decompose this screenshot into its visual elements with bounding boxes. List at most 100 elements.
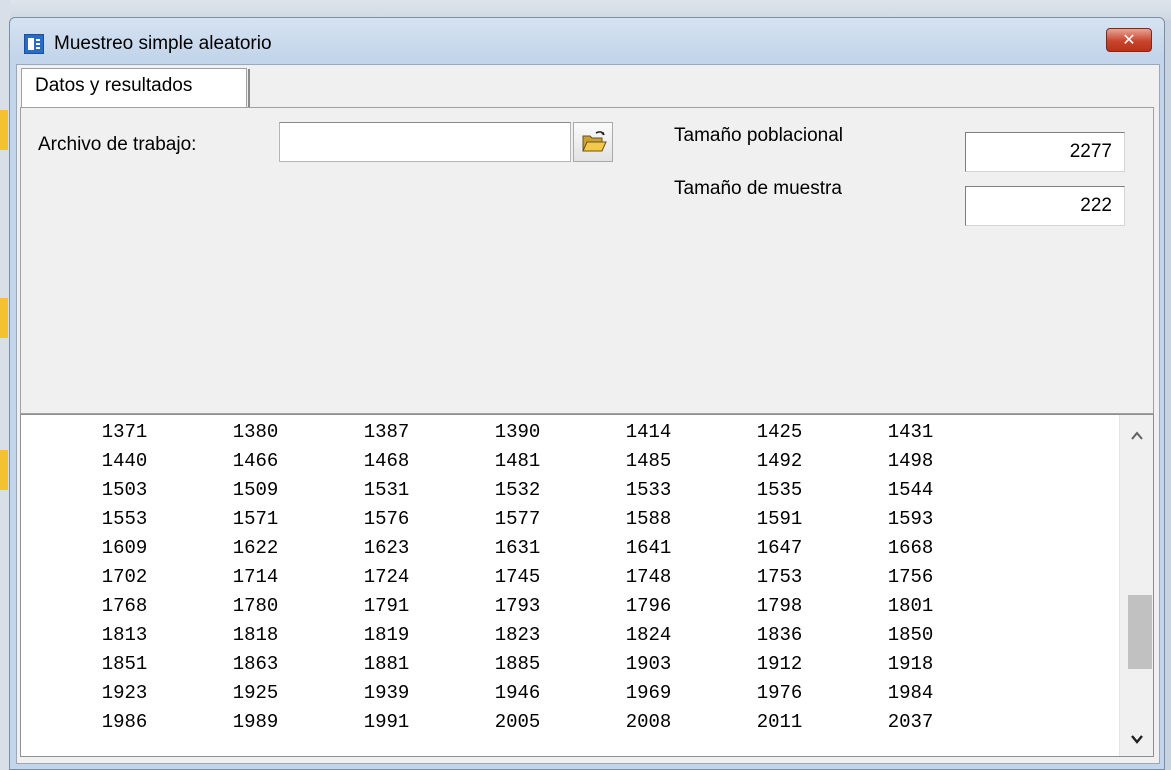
result-cell: 1702 <box>101 566 148 588</box>
result-cell: 1885 <box>494 653 541 675</box>
result-cell: 1591 <box>756 508 803 530</box>
dialog-client-area: Datos y resultados Archivo de trabajo: T… <box>16 64 1160 764</box>
chevron-up-icon <box>1131 431 1143 440</box>
result-cell: 1380 <box>232 421 279 443</box>
dialog-window: Muestreo simple aleatorio ✕ Datos y resu… <box>9 17 1165 770</box>
result-cell: 1925 <box>232 682 279 704</box>
result-cell: 1576 <box>363 508 410 530</box>
tamano-poblacional-label: Tamaño poblacional <box>674 125 844 146</box>
vertical-scrollbar[interactable] <box>1119 415 1153 756</box>
result-cell: 1984 <box>887 682 934 704</box>
result-cell: 1553 <box>101 508 148 530</box>
result-cell: 1468 <box>363 450 410 472</box>
result-cell: 1801 <box>887 595 934 617</box>
result-row: 1440 1466 1468 1481 1485 1492 1498 <box>59 450 976 479</box>
result-cell: 1609 <box>101 537 148 559</box>
result-cell: 1588 <box>625 508 672 530</box>
result-cell: 1813 <box>101 624 148 646</box>
result-cell: 1414 <box>625 421 672 443</box>
window-title: Muestreo simple aleatorio <box>54 33 272 54</box>
tab-datos-y-resultados[interactable]: Datos y resultados <box>21 68 250 108</box>
scrollbar-thumb[interactable] <box>1128 595 1152 669</box>
background-marker <box>0 110 8 150</box>
result-cell: 1535 <box>756 479 803 501</box>
result-cell: 1991 <box>363 711 410 733</box>
statistics-app-icon <box>24 34 44 54</box>
result-cell: 1850 <box>887 624 934 646</box>
scroll-up-button[interactable] <box>1120 419 1153 449</box>
result-cell: 1989 <box>232 711 279 733</box>
result-cell: 1641 <box>625 537 672 559</box>
open-folder-button[interactable] <box>573 122 613 162</box>
result-cell: 1387 <box>363 421 410 443</box>
result-cell: 1623 <box>363 537 410 559</box>
tamano-muestra-field[interactable]: 222 <box>965 186 1125 226</box>
result-cell: 1912 <box>756 653 803 675</box>
scroll-down-button[interactable] <box>1120 726 1153 756</box>
result-cell: 1492 <box>756 450 803 472</box>
result-cell: 1593 <box>887 508 934 530</box>
close-button[interactable]: ✕ <box>1106 28 1152 52</box>
result-cell: 1509 <box>232 479 279 501</box>
result-cell: 1724 <box>363 566 410 588</box>
results-grid: 1371 1380 1387 1390 1414 1425 1431 1440 1466 1468… <box>59 421 976 740</box>
result-row: 1813 1818 1819 1823 1824 1836 1850 <box>59 624 976 653</box>
result-cell: 1819 <box>363 624 410 646</box>
result-row: 1371 1380 1387 1390 1414 1425 1431 <box>59 421 976 450</box>
result-cell: 1939 <box>363 682 410 704</box>
result-cell: 2005 <box>494 711 541 733</box>
result-cell: 1823 <box>494 624 541 646</box>
result-cell: 1791 <box>363 595 410 617</box>
result-cell: 1577 <box>494 508 541 530</box>
input-panel: Archivo de trabajo: Tamaño poblacional 2… <box>20 107 1154 414</box>
tamano-muestra-label: Tamaño de muestra <box>674 178 842 199</box>
result-cell: 1881 <box>363 653 410 675</box>
archivo-input[interactable] <box>279 122 571 162</box>
result-cell: 1745 <box>494 566 541 588</box>
results-list[interactable]: 1371 1380 1387 1390 1414 1425 1431 1440 1466 1468… <box>20 414 1154 757</box>
result-cell: 1668 <box>887 537 934 559</box>
result-cell: 1918 <box>887 653 934 675</box>
result-cell: 1851 <box>101 653 148 675</box>
result-cell: 1798 <box>756 595 803 617</box>
result-cell: 1903 <box>625 653 672 675</box>
result-row: 1851 1863 1881 1885 1903 1912 1918 <box>59 653 976 682</box>
result-cell: 1544 <box>887 479 934 501</box>
tamano-poblacional-field[interactable]: 2277 <box>965 132 1125 172</box>
result-cell: 1571 <box>232 508 279 530</box>
result-row: 1986 1989 1991 2005 2008 2011 2037 <box>59 711 976 740</box>
tab-strip: Datos y resultados <box>17 65 1159 108</box>
result-cell: 1923 <box>101 682 148 704</box>
background-marker <box>0 450 8 490</box>
result-cell: 1390 <box>494 421 541 443</box>
open-folder-icon <box>582 131 607 152</box>
result-row: 1923 1925 1939 1946 1969 1976 1984 <box>59 682 976 711</box>
archivo-label: Archivo de trabajo: <box>38 134 197 155</box>
result-cell: 1756 <box>887 566 934 588</box>
result-cell: 1425 <box>756 421 803 443</box>
result-cell: 1485 <box>625 450 672 472</box>
result-cell: 1824 <box>625 624 672 646</box>
result-cell: 1748 <box>625 566 672 588</box>
result-cell: 1647 <box>756 537 803 559</box>
chevron-down-icon <box>1131 735 1143 744</box>
result-cell: 1863 <box>232 653 279 675</box>
background-marker <box>0 298 8 338</box>
result-cell: 1768 <box>101 595 148 617</box>
result-cell: 1531 <box>363 479 410 501</box>
result-cell: 1714 <box>232 566 279 588</box>
result-cell: 2011 <box>756 711 803 733</box>
result-cell: 1431 <box>887 421 934 443</box>
result-cell: 1753 <box>756 566 803 588</box>
result-cell: 1793 <box>494 595 541 617</box>
result-cell: 1796 <box>625 595 672 617</box>
result-row: 1702 1714 1724 1745 1748 1753 1756 <box>59 566 976 595</box>
result-cell: 1976 <box>756 682 803 704</box>
result-cell: 1532 <box>494 479 541 501</box>
result-cell: 1969 <box>625 682 672 704</box>
result-cell: 1780 <box>232 595 279 617</box>
result-cell: 1533 <box>625 479 672 501</box>
result-cell: 1440 <box>101 450 148 472</box>
title-bar[interactable]: Muestreo simple aleatorio ✕ <box>10 18 1164 64</box>
result-cell: 1371 <box>101 421 148 443</box>
